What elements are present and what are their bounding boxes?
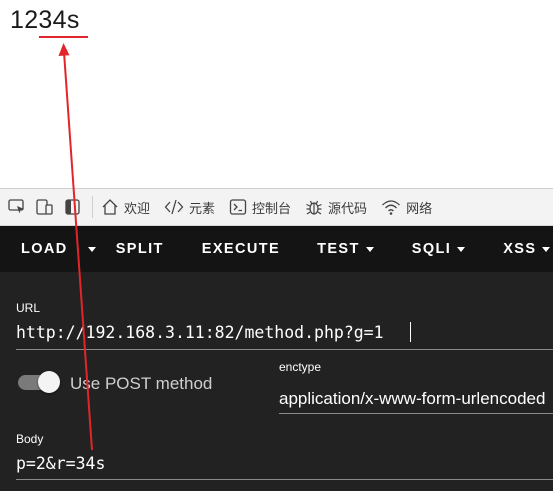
xss-menu-button[interactable]: XSS (503, 226, 551, 272)
body-input[interactable]: p=2&r=34s (16, 454, 105, 473)
tab-sources-label: 源代码 (328, 201, 368, 217)
body-label: Body (16, 432, 44, 446)
tab-console-label: 控制台 (252, 201, 292, 217)
load-button-label: LOAD (21, 241, 68, 257)
wifi-icon (382, 200, 401, 215)
load-button[interactable]: LOAD (21, 226, 68, 272)
code-icon (164, 199, 184, 215)
devtools-panel: 欢迎 元素 控制台 源代码 网络 LOAD SPLIT EXECUTE TEST… (0, 188, 553, 491)
sqli-menu-label: SQLI (411, 241, 452, 257)
chevron-down-icon (87, 246, 96, 252)
tab-welcome[interactable]: 欢迎 (101, 198, 150, 217)
enctype-underline (279, 413, 553, 414)
split-button-label: SPLIT (115, 241, 164, 257)
test-menu-button[interactable]: TEST (317, 226, 374, 272)
toggle-knob[interactable] (38, 371, 60, 393)
console-icon (229, 199, 247, 215)
execute-button-label: EXECUTE (201, 241, 281, 257)
devtools-tab-bar: 欢迎 元素 控制台 源代码 网络 (0, 189, 553, 226)
toolbar-divider (92, 196, 93, 218)
url-input[interactable]: http://192.168.3.11:82/method.php?g=1 (16, 323, 384, 342)
enctype-select[interactable]: application/x-www-form-urlencoded (279, 389, 553, 409)
tab-network-label: 网络 (406, 201, 433, 217)
tab-console[interactable]: 控制台 (229, 198, 291, 217)
chevron-down-icon (365, 246, 374, 252)
body-input-underline (16, 479, 553, 480)
chevron-down-icon (457, 246, 466, 252)
tab-elements-label: 元素 (189, 201, 216, 217)
dock-sidebar-icon[interactable] (62, 196, 84, 218)
test-menu-label: TEST (317, 241, 360, 257)
hackbar-toolbar: LOAD SPLIT EXECUTE TEST SQLI XSS (0, 226, 553, 272)
hackbar-form-panel: URL http://192.168.3.11:82/method.php?g=… (0, 272, 553, 491)
url-input-underline (16, 349, 553, 350)
tab-elements[interactable]: 元素 (164, 198, 215, 217)
tab-sources[interactable]: 源代码 (305, 198, 367, 217)
xss-menu-label: XSS (503, 241, 537, 257)
post-method-label: Use POST method (70, 374, 213, 393)
url-label: URL (16, 301, 41, 315)
home-icon (102, 199, 118, 215)
load-dropdown-button[interactable] (87, 226, 96, 272)
page-content: 1234s (0, 0, 553, 188)
enctype-label: enctype (279, 360, 322, 374)
tab-welcome-label: 欢迎 (124, 201, 151, 217)
inspect-element-icon[interactable] (6, 196, 28, 218)
text-cursor (410, 322, 411, 342)
chevron-down-icon (542, 246, 551, 252)
execute-button[interactable]: EXECUTE (202, 226, 280, 272)
split-button[interactable]: SPLIT (116, 226, 164, 272)
sqli-menu-button[interactable]: SQLI (411, 226, 466, 272)
bug-icon (306, 200, 322, 215)
page-output-text: 1234s (10, 6, 80, 34)
device-emulation-icon[interactable] (34, 196, 56, 218)
tab-network[interactable]: 网络 (381, 198, 432, 217)
